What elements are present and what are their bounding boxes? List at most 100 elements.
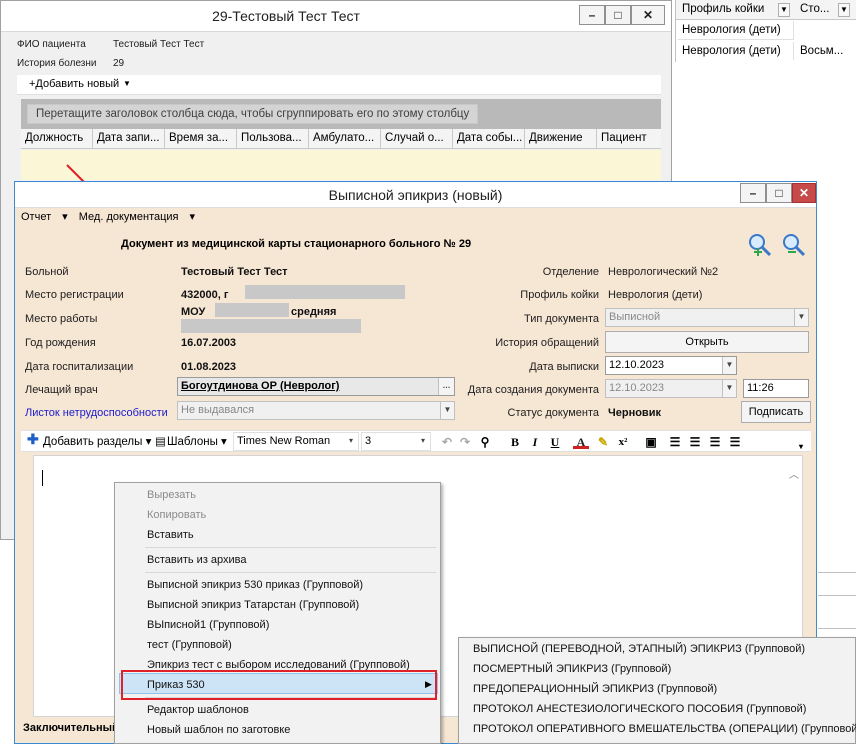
- chevron-down-icon[interactable]: ▾: [344, 433, 358, 450]
- scroll-up-icon[interactable]: ︿: [789, 466, 799, 481]
- menu-med-docs[interactable]: Мед. документация ▾: [79, 211, 195, 223]
- grid-column-header[interactable]: Движение: [525, 129, 597, 148]
- doc-type-label: Тип документа: [523, 313, 599, 325]
- minimize-button[interactable]: –: [579, 5, 605, 25]
- align-justify-icon[interactable]: ☰: [727, 434, 743, 450]
- grid-column-header[interactable]: Пациент: [597, 129, 661, 148]
- image-icon[interactable]: ▣: [643, 434, 659, 450]
- hospitalization-label: Дата госпитализации: [25, 361, 134, 373]
- templates-button[interactable]: Шаблоны ▾: [167, 434, 227, 448]
- templates-icon[interactable]: ▤: [155, 434, 166, 448]
- zoom-in-icon[interactable]: [747, 232, 773, 258]
- discharge-date-field[interactable]: 12.10.2023 ▼: [605, 356, 737, 375]
- font-color-icon[interactable]: A: [573, 434, 589, 449]
- add-sections-button[interactable]: Добавить разделы ▾: [43, 434, 151, 448]
- chevron-down-icon[interactable]: ▼: [794, 309, 808, 326]
- sick-leave-field[interactable]: Не выдавался ▼: [177, 401, 455, 420]
- column-header-bed[interactable]: Профиль койки: [678, 0, 768, 18]
- close-button[interactable]: ✕: [792, 183, 816, 203]
- patient-label: Больной: [25, 266, 69, 278]
- doctor-label: Лечащий врач: [25, 384, 98, 396]
- filter-icon[interactable]: ▼: [778, 3, 790, 17]
- status-value: Черновик: [608, 407, 661, 419]
- redo-icon[interactable]: ↷: [457, 434, 473, 450]
- doc-type-field[interactable]: Выписной ▼: [605, 308, 809, 327]
- dialog-titlebar[interactable]: Выписной эпикриз (новый) – □ ✕: [15, 182, 816, 208]
- sign-button[interactable]: Подписать: [741, 401, 811, 423]
- submenu-item[interactable]: ПОСМЕРТНЫЙ ЭПИКРИЗ (Групповой): [473, 663, 671, 675]
- created-date-label: Дата создания документа: [467, 384, 599, 396]
- open-button[interactable]: Открыть: [605, 331, 809, 353]
- text-caret: [42, 470, 43, 486]
- grid-body[interactable]: [21, 150, 661, 180]
- superscript-icon[interactable]: x²: [615, 434, 631, 450]
- menu-item-paste-archive[interactable]: Вставить из архива: [147, 554, 247, 566]
- grid-column-header[interactable]: Время за...: [165, 129, 237, 148]
- maximize-button[interactable]: □: [605, 5, 631, 25]
- group-hint: Перетащите заголовок столбца сюда, чтобы…: [27, 104, 479, 124]
- menu-item-template[interactable]: Выписной эпикриз 530 приказ (Групповой): [147, 579, 363, 591]
- ellipsis-button[interactable]: …: [438, 378, 454, 395]
- grid-header: Должность Дата запи... Время за... Польз…: [21, 129, 661, 149]
- binoculars-icon[interactable]: ⚲: [477, 434, 493, 450]
- add-new-button[interactable]: +Добавить новый: [29, 78, 119, 90]
- font-select[interactable]: Times New Roman ▾: [233, 432, 359, 451]
- table-cell[interactable]: Неврология (дети): [678, 42, 794, 60]
- table-header: Профиль койки ▼ Сто... ▼: [676, 0, 856, 20]
- created-time-field[interactable]: 11:26: [743, 379, 809, 398]
- chevron-down-icon[interactable]: ▾: [416, 433, 430, 450]
- align-left-icon[interactable]: ☰: [667, 434, 683, 450]
- align-right-icon[interactable]: ☰: [707, 434, 723, 450]
- grid-column-header[interactable]: Дата собы...: [453, 129, 525, 148]
- chevron-down-icon[interactable]: ▼: [440, 402, 454, 419]
- minimize-button[interactable]: –: [740, 183, 766, 203]
- chevron-down-icon[interactable]: ▼: [722, 380, 736, 397]
- zoom-out-icon[interactable]: [781, 232, 807, 258]
- closing-tab[interactable]: Заключительный: [23, 722, 119, 734]
- table-cell[interactable]: Неврология (дети): [678, 21, 794, 40]
- redacted-block: [181, 319, 361, 333]
- grid-column-header[interactable]: Должность: [21, 129, 93, 148]
- submenu-item[interactable]: ПРЕДОПЕРАЦИОННЫЙ ЭПИКРИЗ (Групповой): [473, 683, 717, 695]
- hospitalization-value: 01.08.2023: [181, 361, 237, 373]
- highlight-icon[interactable]: ✎: [595, 434, 611, 450]
- bold-icon[interactable]: B: [507, 434, 523, 450]
- menu-item-template-editor[interactable]: Редактор шаблонов: [147, 704, 249, 716]
- menu-item-template[interactable]: ВЫписной1 (Групповой): [147, 619, 269, 631]
- grid-column-header[interactable]: Пользова...: [237, 129, 309, 148]
- doctor-field[interactable]: Богоутдинова ОР (Невролог) …: [177, 377, 455, 396]
- submenu-item[interactable]: ВЫПИСНОЙ (ПЕРЕВОДНОЙ, ЭТАПНЫЙ) ЭПИКРИЗ (…: [473, 643, 805, 655]
- menu-item-template[interactable]: Выписной эпикриз Татарстан (Групповой): [147, 599, 359, 611]
- size-select[interactable]: 3 ▾: [361, 432, 431, 451]
- sick-leave-link[interactable]: Листок нетрудоспособности: [25, 407, 168, 419]
- grid-column-header[interactable]: Случай о...: [381, 129, 453, 148]
- close-button[interactable]: ✕: [631, 5, 665, 25]
- filter-icon[interactable]: ▼: [838, 3, 850, 17]
- underline-icon[interactable]: U: [547, 434, 563, 450]
- italic-icon[interactable]: I: [527, 434, 543, 450]
- toolbar-overflow-icon[interactable]: ▾: [793, 439, 809, 455]
- menu-item-new-template[interactable]: Новый шаблон по заготовке: [147, 724, 290, 736]
- submenu-item[interactable]: ПРОТОКОЛ АНЕСТЕЗИОЛОГИЧЕСКОГО ПОСОБИЯ (Г…: [473, 703, 806, 715]
- menu-item-template[interactable]: тест (Групповой): [147, 639, 232, 651]
- created-date-field[interactable]: 12.10.2023 ▼: [605, 379, 737, 398]
- submenu-item[interactable]: ПРОТОКОЛ ОПЕРАТИВНОГО ВМЕШАТЕЛЬСТВА (ОПЕ…: [473, 723, 856, 735]
- grid-column-header[interactable]: Дата запи...: [93, 129, 165, 148]
- chevron-down-icon[interactable]: ▼: [722, 357, 736, 374]
- chevron-down-icon[interactable]: ▼: [123, 79, 131, 88]
- divider: [818, 595, 856, 596]
- menu-report[interactable]: Отчет ▾: [21, 211, 68, 223]
- align-center-icon[interactable]: ☰: [687, 434, 703, 450]
- undo-icon[interactable]: ↶: [439, 434, 455, 450]
- menu-item-copy[interactable]: Копировать: [147, 509, 206, 521]
- grid-column-header[interactable]: Амбулато...: [309, 129, 381, 148]
- history-label: История болезни: [17, 58, 97, 69]
- menu-item-paste[interactable]: Вставить: [147, 529, 194, 541]
- column-header-other[interactable]: Сто...: [796, 0, 836, 18]
- window-titlebar[interactable]: 29-Тестовый Тест Тест – □ ✕: [1, 1, 671, 32]
- menu-item-cut[interactable]: Вырезать: [147, 489, 196, 501]
- maximize-button[interactable]: □: [766, 183, 792, 203]
- birth-year-value: 16.07.2003: [181, 337, 237, 349]
- table-cell[interactable]: Восьм...: [796, 42, 856, 60]
- plus-icon[interactable]: ✚: [27, 431, 39, 448]
